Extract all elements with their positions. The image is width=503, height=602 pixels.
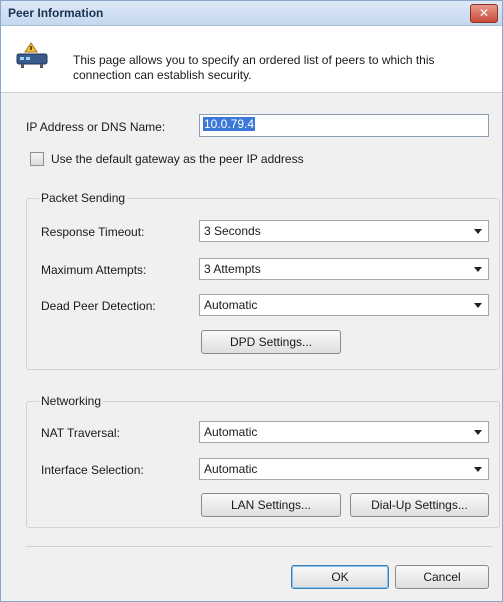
interface-selection-label: Interface Selection: [41, 463, 144, 477]
chevron-down-icon [474, 303, 482, 308]
maximum-attempts-value: 3 Attempts [204, 262, 261, 276]
chevron-down-icon [474, 267, 482, 272]
default-gateway-label[interactable]: Use the default gateway as the peer IP a… [51, 152, 304, 166]
maximum-attempts-label: Maximum Attempts: [41, 263, 147, 277]
ip-address-value: 10.0.79.4 [203, 117, 256, 131]
dead-peer-detection-label: Dead Peer Detection: [41, 299, 156, 313]
nat-traversal-dropdown[interactable]: Automatic [199, 421, 489, 443]
dpd-settings-button[interactable]: DPD Settings... [201, 330, 341, 354]
network-device-icon [16, 42, 48, 68]
chevron-down-icon [474, 467, 482, 472]
dead-peer-detection-dropdown[interactable]: Automatic [199, 294, 489, 316]
nat-traversal-label: NAT Traversal: [41, 426, 120, 440]
interface-selection-dropdown[interactable]: Automatic [199, 458, 489, 480]
window-title: Peer Information [8, 6, 104, 20]
dead-peer-detection-value: Automatic [204, 298, 258, 312]
close-icon: ✕ [478, 6, 490, 20]
footer-divider [26, 546, 492, 547]
header-description: This page allows you to specify an order… [73, 53, 435, 82]
chevron-down-icon [474, 229, 482, 234]
packet-sending-title: Packet Sending [39, 191, 128, 205]
dialog-header: This page allows you to specify an order… [1, 26, 502, 93]
response-timeout-value: 3 Seconds [204, 224, 261, 238]
peer-information-dialog: Peer Information ✕ This page allows you … [0, 0, 503, 602]
lan-settings-button[interactable]: LAN Settings... [201, 493, 341, 517]
ip-address-label: IP Address or DNS Name: [26, 120, 166, 134]
close-button[interactable]: ✕ [470, 4, 498, 23]
dialup-settings-button[interactable]: Dial-Up Settings... [350, 493, 489, 517]
default-gateway-checkbox[interactable] [30, 152, 44, 166]
response-timeout-label: Response Timeout: [41, 225, 145, 239]
maximum-attempts-dropdown[interactable]: 3 Attempts [199, 258, 489, 280]
networking-title: Networking [39, 394, 104, 408]
ip-address-input[interactable]: 10.0.79.4 [199, 114, 489, 137]
response-timeout-dropdown[interactable]: 3 Seconds [199, 220, 489, 242]
cancel-button[interactable]: Cancel [395, 565, 489, 589]
nat-traversal-value: Automatic [204, 425, 258, 439]
ok-button[interactable]: OK [291, 565, 389, 589]
chevron-down-icon [474, 430, 482, 435]
title-bar: Peer Information ✕ [1, 1, 502, 26]
interface-selection-value: Automatic [204, 462, 258, 476]
